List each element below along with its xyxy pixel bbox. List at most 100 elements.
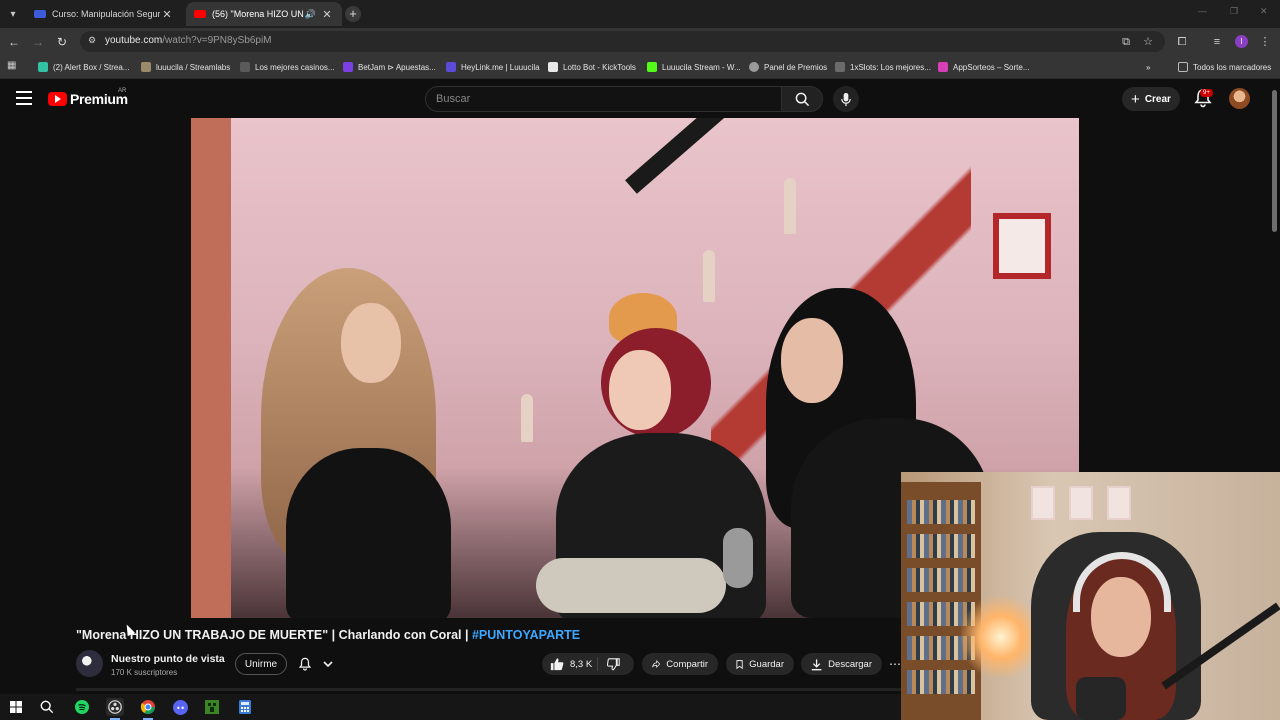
share-icon <box>652 660 661 668</box>
bookmark-favicon-icon <box>647 62 657 72</box>
bookmarks-bar: ▦ (2) Alert Box / Strea... luuucila / St… <box>0 55 1280 79</box>
youtube-favicon-icon <box>194 10 206 18</box>
page-scrollbar[interactable] <box>1272 90 1277 232</box>
microphone-icon <box>841 92 851 106</box>
browser-toolbar: ← → ↻ ⚙ youtube.com/watch?v=9PN8ySb6piM … <box>0 28 1280 55</box>
taskbar-search-icon[interactable] <box>38 698 56 716</box>
bookmark-item[interactable]: (2) Alert Box / Strea... <box>38 60 129 74</box>
bookmark-icon <box>736 659 743 669</box>
bookmark-favicon-icon <box>548 62 558 72</box>
extensions-icon[interactable]: ⧠ <box>1174 34 1190 50</box>
create-button[interactable]: + Crear <box>1122 87 1180 111</box>
bookmark-favicon-icon <box>343 62 353 72</box>
thumbs-up-icon <box>550 658 564 671</box>
tab-youtube[interactable]: (56) "Morena HIZO UN TRA 🔊 ✕ <box>186 2 342 26</box>
bell-icon <box>299 657 312 671</box>
chrome-icon[interactable] <box>139 698 157 720</box>
bookmark-item[interactable]: Panel de Premios <box>749 60 827 74</box>
plus-icon: + <box>1131 90 1140 108</box>
account-avatar[interactable] <box>1229 88 1250 109</box>
back-icon[interactable]: ← <box>6 34 22 50</box>
bookmark-favicon-icon <box>749 62 759 72</box>
like-button[interactable]: 8,3 K <box>542 657 598 671</box>
bookmark-favicon-icon <box>835 62 845 72</box>
bookmark-favicon-icon <box>446 62 456 72</box>
dislike-button[interactable] <box>598 657 634 671</box>
search-input[interactable] <box>426 87 782 111</box>
chrome-menu-icon[interactable]: ⋮ <box>1257 34 1273 50</box>
youtube-logo-icon[interactable] <box>48 92 67 106</box>
bookmark-item[interactable]: AppSorteos – Sorte... <box>938 60 1030 74</box>
thumbs-down-icon <box>606 657 620 670</box>
section-divider <box>76 688 901 691</box>
share-button[interactable]: Compartir <box>642 653 718 675</box>
video-title: "Morena HIZO UN TRABAJO DE MUERTE" | Cha… <box>76 628 581 642</box>
search-box <box>425 86 782 112</box>
bookmark-favicon-icon <box>141 62 151 72</box>
restore-icon[interactable]: ❐ <box>1230 6 1238 17</box>
profile-avatar[interactable]: l <box>1235 35 1248 48</box>
bookmark-item[interactable]: Los mejores casinos... <box>240 60 335 74</box>
tab-title: (56) "Morena HIZO UN TRA <box>212 9 305 19</box>
reload-icon[interactable]: ↻ <box>54 34 70 50</box>
subscriber-count: 170 K suscriptores <box>111 668 178 677</box>
search-button[interactable] <box>781 86 823 112</box>
obs-icon[interactable] <box>106 698 124 720</box>
windows-taskbar <box>0 694 901 720</box>
bookmark-item[interactable]: Lotto Bot - KickTools <box>548 60 636 74</box>
bookmark-item[interactable]: BetJam ⊳ Apuestas... <box>343 60 436 74</box>
save-button[interactable]: Guardar <box>726 653 794 675</box>
folder-icon <box>1178 62 1188 72</box>
country-code: AR <box>118 88 127 94</box>
hashtag-link[interactable]: #PUNTOYAPARTE <box>472 628 580 642</box>
webcam-overlay <box>901 472 1280 720</box>
close-tab-icon[interactable]: ✕ <box>320 8 334 21</box>
youtube-header: Premium AR +Crear 9+ <box>0 80 1280 118</box>
bookmark-favicon-icon <box>240 62 250 72</box>
bookmark-item[interactable]: 1xSlots: Los mejores... <box>835 60 931 74</box>
bookmark-favicon-icon <box>38 62 48 72</box>
notifications-badge: 9+ <box>1200 89 1213 97</box>
tab-curso[interactable]: Curso: Manipulación Segura de ✕ <box>26 2 182 26</box>
all-bookmarks-folder[interactable]: Todos los marcadores <box>1178 60 1271 74</box>
bookmark-item[interactable]: luuucila / Streamlabs <box>141 60 230 74</box>
close-tab-icon[interactable]: ✕ <box>160 8 174 21</box>
spotify-icon[interactable] <box>73 698 91 716</box>
windows-start-icon[interactable] <box>7 698 25 716</box>
join-button[interactable]: Unirme <box>235 653 287 675</box>
calculator-icon[interactable] <box>236 698 254 716</box>
voice-search-button[interactable] <box>833 86 859 112</box>
channel-name[interactable]: Nuestro punto de vista <box>111 653 225 665</box>
search-icon <box>795 92 809 106</box>
cast-icon[interactable]: ⧉ <box>1118 34 1134 50</box>
address-bar[interactable]: ⚙ youtube.com/watch?v=9PN8ySb6piM <box>80 31 1165 52</box>
more-actions-button[interactable]: ⋯ <box>889 653 901 675</box>
close-window-icon[interactable]: ✕ <box>1260 6 1268 17</box>
bookmarks-overflow-button[interactable]: » <box>1146 60 1150 74</box>
menu-icon[interactable] <box>16 91 32 105</box>
minimize-icon[interactable]: — <box>1198 6 1207 16</box>
download-icon <box>811 658 822 670</box>
apps-grid-icon[interactable]: ▦ <box>7 60 19 72</box>
tab-title: Curso: Manipulación Segura de <box>52 9 160 19</box>
speaker-icon[interactable]: 🔊 <box>305 9 316 20</box>
bookmark-item[interactable]: HeyLink.me | Luuucila <box>446 60 540 74</box>
discord-icon[interactable] <box>171 698 189 716</box>
channel-avatar[interactable] <box>76 650 103 677</box>
chevron-down-icon <box>323 661 333 668</box>
media-controls-icon[interactable]: ≡ <box>1209 34 1225 50</box>
url-text: youtube.com/watch?v=9PN8ySb6piM <box>105 35 272 46</box>
tab-strip: ▾ Curso: Manipulación Segura de ✕ (56) "… <box>0 0 1280 28</box>
like-dislike-group: 8,3 K <box>542 653 634 675</box>
download-button[interactable]: Descargar <box>801 653 882 675</box>
tab-search-icon[interactable]: ▾ <box>4 5 22 23</box>
site-info-icon[interactable]: ⚙ <box>86 35 98 47</box>
minecraft-icon[interactable] <box>203 698 221 716</box>
wall-frame <box>993 213 1051 279</box>
subscription-bell-button[interactable] <box>293 653 338 675</box>
bookmark-star-icon[interactable]: ☆ <box>1140 34 1156 50</box>
new-tab-button[interactable]: + <box>345 6 361 22</box>
forward-icon[interactable]: → <box>30 34 46 50</box>
bookmark-item[interactable]: Luuucila Stream - W... <box>647 60 741 74</box>
bookmark-favicon-icon <box>938 62 948 72</box>
